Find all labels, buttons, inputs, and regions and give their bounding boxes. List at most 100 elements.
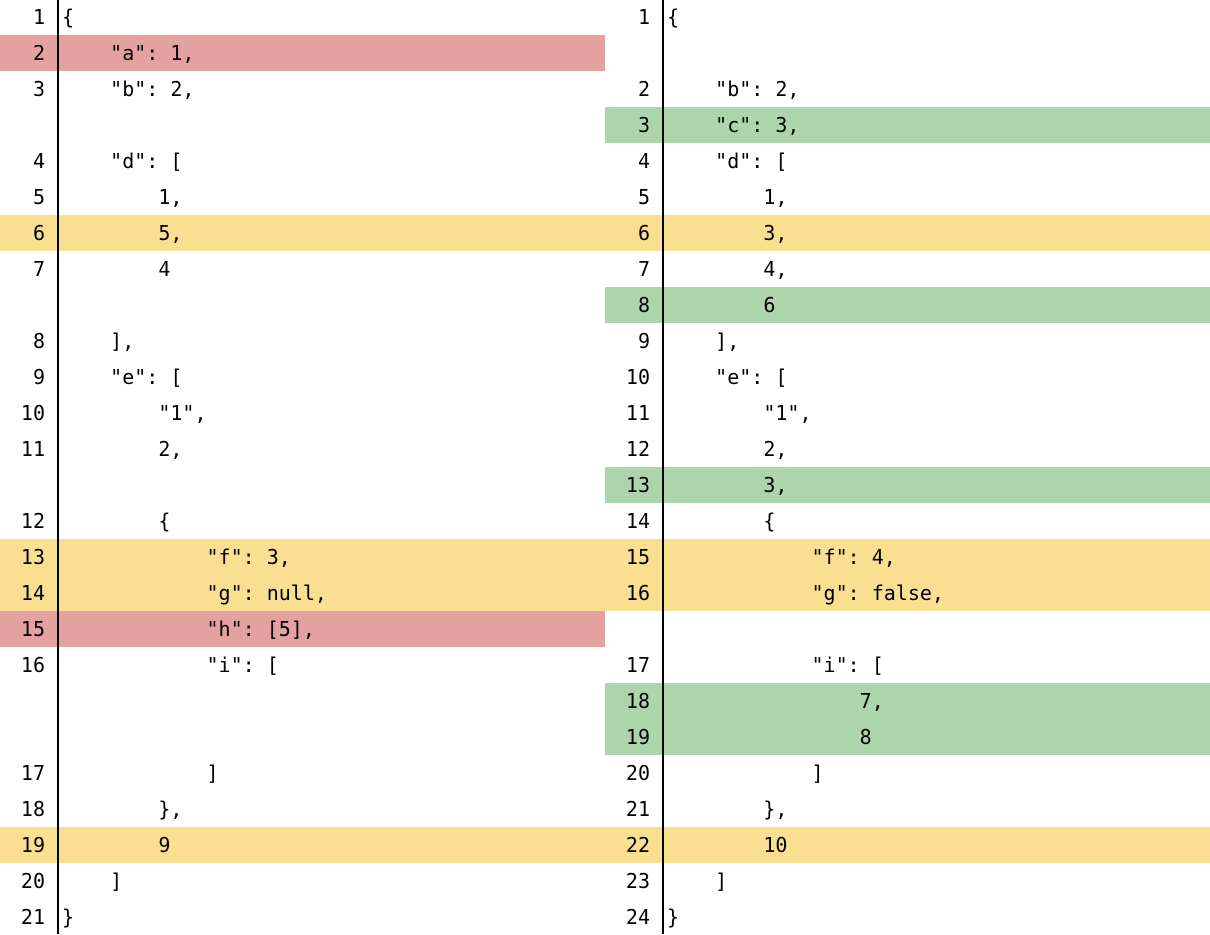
diff-line-row: 3 "b": 2, bbox=[0, 71, 605, 107]
code-text: ] bbox=[62, 761, 219, 785]
diff-line-row: 21 }, bbox=[605, 791, 1210, 827]
code-text: 5, bbox=[62, 221, 183, 245]
line-number: 2 bbox=[32, 41, 45, 65]
line-number: 4 bbox=[32, 149, 45, 173]
code-text: ] bbox=[667, 761, 824, 785]
diff-line-row: 6 3, bbox=[605, 215, 1210, 251]
code-text: } bbox=[62, 905, 75, 929]
code-text: "f": 4, bbox=[667, 545, 896, 569]
diff-line-row: 10 "e": [ bbox=[605, 359, 1210, 395]
code-text: ] bbox=[62, 869, 123, 893]
line-number: 9 bbox=[637, 329, 650, 353]
diff-line-row: 16 "g": false, bbox=[605, 575, 1210, 611]
diff-line-row: 16 "i": [ bbox=[0, 647, 605, 683]
code-text: "e": [ bbox=[667, 365, 788, 389]
code-text: "e": [ bbox=[62, 365, 183, 389]
line-number: 10 bbox=[20, 401, 45, 425]
diff-line-row: 23 ] bbox=[605, 863, 1210, 899]
line-number: 5 bbox=[32, 185, 45, 209]
code-text: "d": [ bbox=[667, 149, 788, 173]
diff-line-row: 18 7, bbox=[605, 683, 1210, 719]
line-number: 8 bbox=[637, 293, 650, 317]
diff-line-row: 3 "c": 3, bbox=[605, 107, 1210, 143]
code-text: 4 bbox=[62, 257, 171, 281]
right-pane-modified[interactable]: 1{2 "b": 2, 3 "c": 3, 4 "d": [5 1, 6 3, 7 4,… bbox=[605, 0, 1210, 934]
code-text: "g": false, bbox=[667, 581, 944, 605]
diff-spacer-row bbox=[0, 287, 605, 323]
line-number: 19 bbox=[625, 725, 650, 749]
code-text: "b": 2, bbox=[62, 77, 195, 101]
code-text: ] bbox=[667, 869, 728, 893]
code-text: { bbox=[667, 509, 776, 533]
diff-line-row: 8 6 bbox=[605, 287, 1210, 323]
diff-line-row: 14 { bbox=[605, 503, 1210, 539]
line-number: 19 bbox=[20, 833, 45, 857]
code-text: "c": 3, bbox=[667, 113, 800, 137]
line-number: 4 bbox=[637, 149, 650, 173]
diff-line-row: 20 ] bbox=[605, 755, 1210, 791]
diff-spacer-row bbox=[0, 467, 605, 503]
code-text: "i": [ bbox=[62, 653, 279, 677]
diff-line-row: 17 ] bbox=[0, 755, 605, 791]
code-text: "i": [ bbox=[667, 653, 884, 677]
line-number: 14 bbox=[625, 509, 650, 533]
line-number: 1 bbox=[32, 5, 45, 29]
code-text: "f": 3, bbox=[62, 545, 291, 569]
code-text: "h": [5], bbox=[62, 617, 315, 641]
code-text: { bbox=[62, 509, 171, 533]
code-text: 4, bbox=[667, 257, 788, 281]
diff-view: 1{2 "a": 1, 3 "b": 2, 4 "d": [5 1, 6 5, 7 48… bbox=[0, 0, 1210, 934]
code-text: 10 bbox=[667, 833, 788, 857]
diff-spacer-row bbox=[0, 719, 605, 755]
code-text: "1", bbox=[62, 401, 207, 425]
line-number: 18 bbox=[20, 797, 45, 821]
diff-line-row: 10 "1", bbox=[0, 395, 605, 431]
line-number: 2 bbox=[637, 77, 650, 101]
line-number: 3 bbox=[32, 77, 45, 101]
code-text: 2, bbox=[667, 437, 788, 461]
line-number: 20 bbox=[20, 869, 45, 893]
diff-line-row: 11 "1", bbox=[605, 395, 1210, 431]
line-number: 16 bbox=[625, 581, 650, 605]
line-number: 17 bbox=[20, 761, 45, 785]
diff-line-row: 21} bbox=[0, 899, 605, 935]
diff-line-row: 1{ bbox=[605, 0, 1210, 35]
diff-line-row: 18 }, bbox=[0, 791, 605, 827]
diff-line-row: 15 "h": [5], bbox=[0, 611, 605, 647]
diff-line-row: 12 2, bbox=[605, 431, 1210, 467]
diff-line-row: 2 "b": 2, bbox=[605, 71, 1210, 107]
line-number: 15 bbox=[20, 617, 45, 641]
line-number: 14 bbox=[20, 581, 45, 605]
diff-line-row: 24} bbox=[605, 899, 1210, 935]
diff-spacer-row bbox=[605, 611, 1210, 647]
left-pane-original[interactable]: 1{2 "a": 1, 3 "b": 2, 4 "d": [5 1, 6 5, 7 48… bbox=[0, 0, 605, 934]
code-text: }, bbox=[667, 797, 788, 821]
line-number: 12 bbox=[20, 509, 45, 533]
line-number: 10 bbox=[625, 365, 650, 389]
line-number: 13 bbox=[20, 545, 45, 569]
diff-line-row: 4 "d": [ bbox=[0, 143, 605, 179]
diff-line-row: 11 2, bbox=[0, 431, 605, 467]
diff-line-row: 13 3, bbox=[605, 467, 1210, 503]
code-text: 9 bbox=[62, 833, 171, 857]
diff-line-row: 15 "f": 4, bbox=[605, 539, 1210, 575]
diff-line-row: 17 "i": [ bbox=[605, 647, 1210, 683]
code-text: 1, bbox=[667, 185, 788, 209]
gutter-divider bbox=[662, 0, 664, 934]
line-number: 17 bbox=[625, 653, 650, 677]
line-number: 1 bbox=[637, 5, 650, 29]
code-text: 3, bbox=[667, 473, 788, 497]
line-number: 6 bbox=[637, 221, 650, 245]
diff-spacer-row bbox=[0, 683, 605, 719]
code-text: ], bbox=[667, 329, 740, 353]
code-text: 3, bbox=[667, 221, 788, 245]
diff-spacer-row bbox=[0, 107, 605, 143]
code-text: }, bbox=[62, 797, 183, 821]
diff-line-row: 9 ], bbox=[605, 323, 1210, 359]
line-number: 3 bbox=[637, 113, 650, 137]
diff-line-row: 7 4 bbox=[0, 251, 605, 287]
gutter-divider bbox=[57, 0, 59, 934]
diff-line-row: 20 ] bbox=[0, 863, 605, 899]
code-text: 6 bbox=[667, 293, 776, 317]
diff-spacer-row bbox=[605, 35, 1210, 71]
